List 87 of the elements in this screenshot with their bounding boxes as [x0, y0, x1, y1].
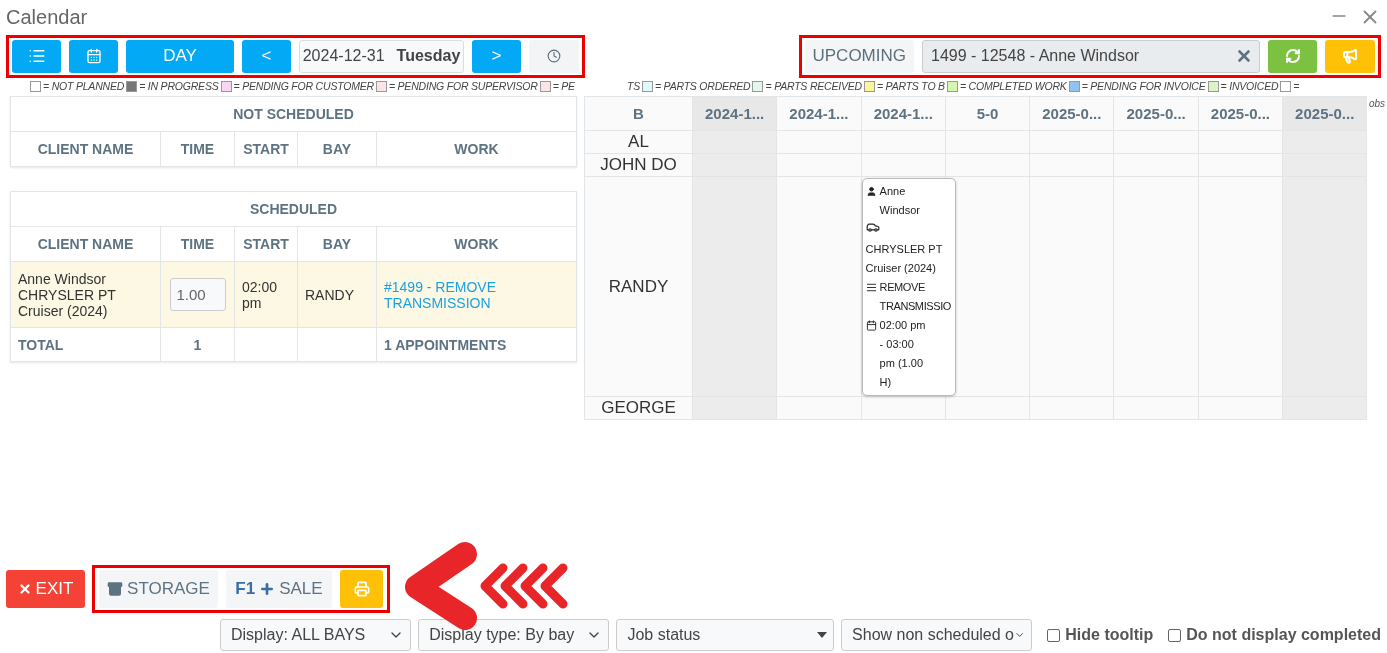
- bay-name: GEORGE: [584, 396, 693, 420]
- plus-icon: [259, 581, 276, 597]
- filter-dropdown[interactable]: Display: ALL BAYS: [220, 619, 412, 651]
- print-button[interactable]: [340, 570, 383, 608]
- work-text: REMOVE TRANSMISSIO: [879, 280, 952, 314]
- window-title: Calendar: [6, 5, 88, 29]
- megaphone-icon: [1342, 48, 1358, 64]
- client-name: Anne Windsor: [879, 184, 921, 218]
- column-header: WORK: [376, 226, 577, 262]
- printer-icon: [353, 581, 370, 597]
- column-header: TIME: [160, 131, 235, 167]
- calendar-icon: [85, 48, 102, 64]
- date-field[interactable]: 2024-12-31 Tuesday: [299, 39, 464, 73]
- bay-name: RANDY: [584, 176, 693, 397]
- legend-label: = IN PROGRESS: [139, 80, 219, 92]
- column-header: BAY: [297, 226, 377, 262]
- legend-label: = INVOICED: [1220, 80, 1279, 92]
- legend-label: = PENDING FOR SUPERVISOR: [388, 80, 538, 92]
- table-title: NOT SCHEDULED: [10, 96, 577, 132]
- time-text: 02:00 pm - 03:00 pm (1.00 H): [879, 318, 927, 390]
- column-header: START: [234, 226, 298, 262]
- caret-icon: [817, 632, 828, 638]
- filter-dropdown[interactable]: Job status: [616, 619, 835, 651]
- column-header: START: [234, 131, 298, 167]
- calendar-icon: [865, 320, 877, 331]
- date-header: 2025-0...: [1198, 96, 1283, 131]
- mode-label: UPCOMING: [804, 39, 914, 73]
- legend-label: obs: [1368, 98, 1385, 109]
- legend-label: = PARTS RECEIVED: [765, 80, 862, 92]
- date-header: 2024-1...: [776, 96, 862, 131]
- date-header: 5-0: [945, 96, 1030, 131]
- date-header: 2025-0...: [1114, 96, 1199, 131]
- megaphone-button[interactable]: [1325, 39, 1375, 73]
- calendar-view-button[interactable]: [69, 39, 118, 73]
- legend-label: = PARTS ORDERED: [654, 80, 751, 92]
- car-icon: [865, 220, 880, 234]
- table-cell: 1: [160, 327, 235, 362]
- date-header: B: [584, 96, 693, 131]
- column-header: TIME: [160, 226, 235, 262]
- date-header: 2025-0...: [1029, 96, 1114, 131]
- person-icon: [865, 186, 877, 197]
- menu-icon: [865, 282, 877, 293]
- table-cell: TOTAL: [10, 327, 161, 362]
- time-field[interactable]: 1.00: [169, 278, 226, 311]
- refresh-button[interactable]: [1268, 39, 1317, 73]
- bay-name: JOHN DO: [584, 153, 693, 177]
- clear-icon[interactable]: [1235, 47, 1253, 65]
- storage-button[interactable]: STORAGE: [99, 570, 218, 608]
- vehicle-text: CHRYSLER PT Cruiser (2024): [865, 242, 944, 276]
- legend-label: TS: [626, 80, 640, 92]
- refresh-icon: [1284, 48, 1301, 64]
- legend-label: = COMPLETED WORK: [959, 80, 1067, 92]
- clock-button[interactable]: [529, 39, 579, 73]
- legend-label: = NOT PLANNED: [43, 80, 125, 92]
- archive-icon: [107, 581, 124, 597]
- column-header: CLIENT NAME: [10, 131, 161, 167]
- legend-label: =: [1293, 80, 1300, 92]
- date-header: 2025-0...: [1282, 96, 1367, 131]
- filter-dropdown[interactable]: Show non scheduled o: [841, 619, 1033, 651]
- legend-label: = PENDING FOR INVOICE: [1081, 80, 1206, 92]
- legend-label: = PARTS TO B: [876, 80, 945, 92]
- column-header: CLIENT NAME: [10, 226, 161, 262]
- date-text: 2024-12-31: [302, 47, 385, 65]
- table-cell: 02:00 pm: [234, 261, 298, 328]
- clock-icon: [547, 49, 561, 63]
- option-checkbox[interactable]: Hide tooltip: [1047, 626, 1154, 644]
- date-header: 2024-1...: [692, 96, 777, 131]
- bay-name: AL: [584, 130, 693, 154]
- column-header: BAY: [297, 131, 377, 167]
- exit-button[interactable]: EXIT: [6, 570, 85, 608]
- table-cell: Anne Windsor CHRYSLER PT Cruiser (2024): [10, 261, 161, 328]
- sale-button[interactable]: F1 SALE: [226, 570, 332, 608]
- weekday-text: Tuesday: [396, 47, 461, 65]
- table-title: SCHEDULED: [10, 191, 577, 227]
- legend-label: = PE: [552, 80, 575, 92]
- close-icon: [17, 582, 32, 596]
- column-header: WORK: [376, 131, 577, 167]
- legend-label: = PENDING FOR CUSTOMER: [233, 80, 374, 92]
- search-field[interactable]: 1499 - 12548 - Anne Windsor: [922, 39, 1260, 73]
- date-header: 2024-1...: [861, 96, 946, 131]
- table-cell: 1 APPOINTMENTS: [376, 327, 577, 362]
- list-icon: [27, 47, 46, 65]
- table-cell: RANDY: [297, 261, 377, 328]
- filter-dropdown[interactable]: Display type: By bay: [418, 619, 610, 651]
- option-checkbox[interactable]: Do not display completed: [1168, 626, 1381, 644]
- appointment-card[interactable]: Anne Windsor CHRYSLER PT Cruiser (2024) REMOVE TRANSMISSIO 02:00 pm - 03:00 pm (1.00 H): [861, 178, 956, 396]
- list-view-button[interactable]: [12, 39, 61, 73]
